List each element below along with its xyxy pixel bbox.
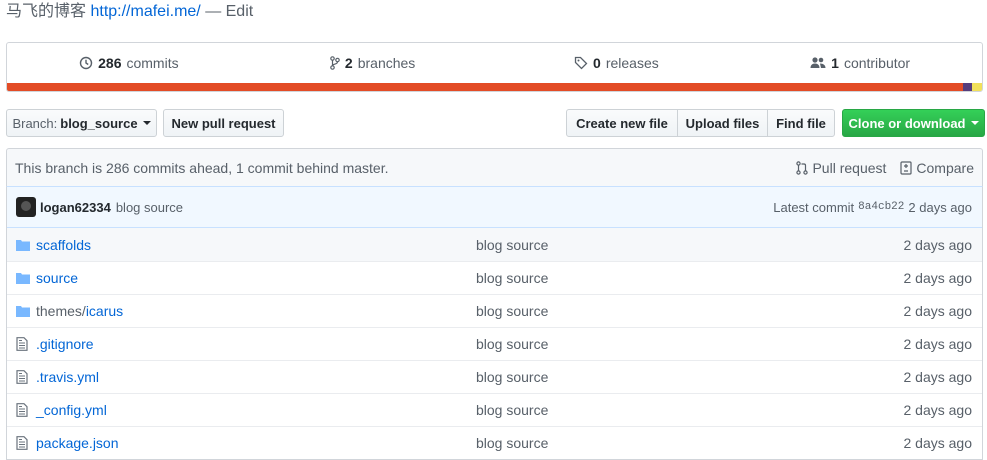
contributors-label: contributor: [843, 55, 911, 71]
file-commit-message[interactable]: blog source: [476, 336, 904, 352]
releases-label: releases: [605, 55, 659, 71]
file-name-link[interactable]: _config.yml: [36, 402, 476, 418]
numbers-summary: 286 commits 2 branches 0 releases 1 cont…: [6, 42, 983, 92]
file-age: 2 days ago: [903, 369, 973, 385]
file-icon: [16, 403, 32, 417]
compare-label: Compare: [916, 159, 974, 176]
compare-link[interactable]: Compare: [900, 160, 974, 176]
latest-commit-label: Latest commit: [773, 199, 855, 215]
commit-author[interactable]: logan62334: [40, 200, 111, 215]
file-icon: [16, 337, 32, 351]
file-path-prefix: themes/: [36, 303, 86, 319]
find-file-button[interactable]: Find file: [767, 109, 835, 137]
commits-link[interactable]: 286 commits: [7, 55, 251, 71]
commit-age: 2 days ago: [908, 199, 972, 215]
table-row: .travis.yml blog source 2 days ago: [7, 360, 982, 393]
compare-icon: [900, 160, 913, 175]
file-name: .travis.yml: [36, 369, 99, 385]
latest-commit-bar: logan62334 blog source Latest commit 8a4…: [7, 187, 982, 228]
homepage-link[interactable]: http://mafei.me/: [90, 3, 200, 20]
file-actions-group: Create new file Upload files Find file: [566, 109, 835, 137]
description-text: 马飞的博客: [6, 3, 87, 20]
file-age: 2 days ago: [903, 402, 973, 418]
folder-icon: [16, 272, 32, 284]
file-name: package.json: [36, 435, 119, 451]
branches-link[interactable]: 2 branches: [251, 55, 495, 71]
pull-request-icon: [796, 160, 809, 175]
language-segment[interactable]: [962, 83, 973, 91]
branch-icon: [330, 56, 340, 70]
branch-infobar: This branch is 286 commits ahead, 1 comm…: [6, 148, 983, 186]
file-age: 2 days ago: [903, 435, 973, 451]
contributors-count: 1: [831, 55, 839, 71]
file-age: 2 days ago: [903, 236, 973, 253]
edit-link[interactable]: — Edit: [205, 3, 253, 20]
file-name: source: [36, 270, 79, 286]
repo-description: 马飞的博客 http://mafei.me/ — Edit: [6, 2, 253, 22]
file-age: 2 days ago: [903, 270, 973, 286]
contributors-link[interactable]: 1 contributor: [738, 55, 982, 71]
folder-icon: [16, 305, 32, 317]
file-name-link[interactable]: source: [36, 270, 476, 286]
folder-icon: [16, 239, 32, 251]
upload-files-button[interactable]: Upload files: [677, 109, 768, 137]
file-name: scaffolds: [36, 236, 91, 253]
tag-icon: [574, 56, 588, 70]
file-icon: [16, 370, 32, 384]
branch-prefix: Branch:: [12, 115, 58, 131]
table-row: source blog source 2 days ago: [7, 261, 982, 294]
table-row: package.json blog source 2 days ago: [7, 426, 982, 459]
file-name: icarus: [85, 303, 124, 319]
file-age: 2 days ago: [903, 303, 973, 319]
commits-label: commits: [126, 55, 179, 71]
branches-label: branches: [357, 55, 416, 71]
table-row: scaffolds blog source 2 days ago: [7, 228, 982, 261]
file-name-link[interactable]: scaffolds: [36, 237, 476, 253]
branch-select-button[interactable]: Branch: blog_source: [6, 109, 157, 137]
language-segment[interactable]: [972, 83, 982, 91]
file-name-link[interactable]: package.json: [36, 435, 476, 451]
file-name: _config.yml: [36, 402, 107, 418]
avatar[interactable]: [16, 197, 36, 217]
clone-download-button[interactable]: Clone or download: [842, 109, 985, 137]
file-commit-message[interactable]: blog source: [476, 237, 904, 253]
create-new-file-button[interactable]: Create new file: [566, 109, 678, 137]
table-row: _config.yml blog source 2 days ago: [7, 393, 982, 426]
file-commit-message[interactable]: blog source: [476, 435, 904, 451]
language-bar[interactable]: [7, 83, 982, 91]
language-segment[interactable]: [7, 83, 963, 91]
file-commit-message[interactable]: blog source: [476, 369, 904, 385]
file-age: 2 days ago: [903, 336, 973, 352]
commit-sha[interactable]: 8a4cb22: [858, 201, 904, 213]
new-pull-request-button[interactable]: New pull request: [163, 109, 284, 137]
branch-status-text: This branch is 286 commits ahead, 1 comm…: [15, 159, 389, 176]
file-name-link[interactable]: .travis.yml: [36, 369, 476, 385]
chevron-down-icon: [142, 121, 151, 125]
branch-name: blog_source: [60, 115, 138, 131]
releases-count: 0: [593, 55, 601, 71]
clone-download-label: Clone or download: [848, 115, 966, 131]
file-name: .gitignore: [36, 336, 94, 352]
releases-link[interactable]: 0 releases: [495, 55, 739, 71]
table-row: .gitignore blog source 2 days ago: [7, 327, 982, 360]
file-name-link[interactable]: themes/icarus: [36, 303, 476, 319]
history-icon: [79, 56, 93, 70]
branches-count: 2: [344, 55, 353, 71]
commits-count: 286: [98, 55, 122, 71]
file-commit-message[interactable]: blog source: [476, 402, 904, 418]
pull-request-label: Pull request: [812, 159, 887, 176]
file-commit-message[interactable]: blog source: [476, 270, 904, 286]
file-name-link[interactable]: .gitignore: [36, 336, 476, 352]
file-icon: [16, 436, 32, 450]
file-table: logan62334 blog source Latest commit 8a4…: [6, 186, 983, 460]
commit-message[interactable]: blog source: [116, 200, 183, 215]
people-icon: [810, 56, 826, 70]
chevron-down-icon: [970, 121, 979, 125]
file-commit-message[interactable]: blog source: [476, 303, 904, 319]
pull-request-link[interactable]: Pull request: [796, 160, 886, 176]
table-row: themes/icarus blog source 2 days ago: [7, 294, 982, 327]
